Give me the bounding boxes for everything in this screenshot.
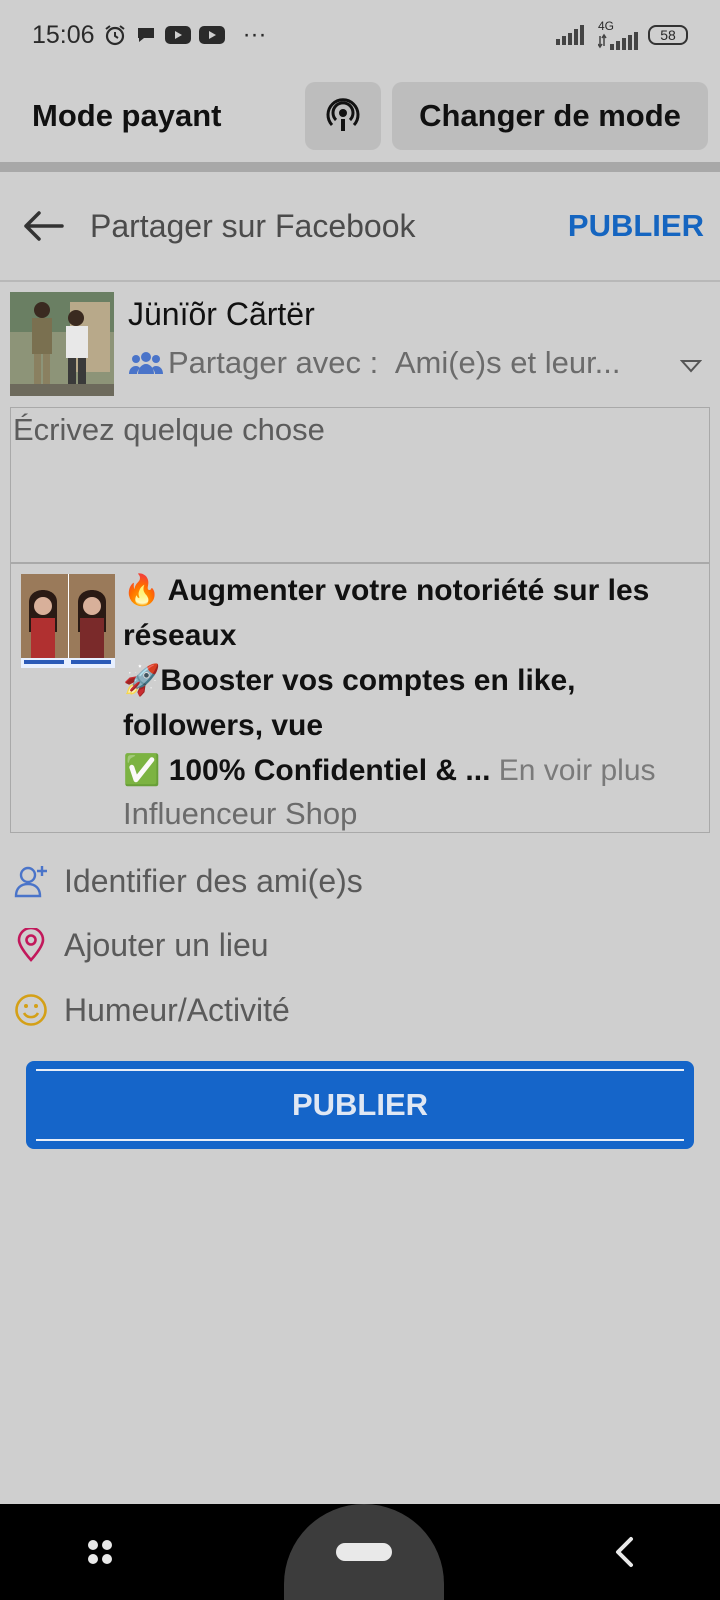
- status-time: 15:06: [32, 20, 95, 49]
- chat-bubble-icon: [135, 24, 157, 46]
- share-title: Partager sur Facebook: [90, 207, 416, 244]
- link-thumbnail: [21, 574, 115, 668]
- smiley-icon: [14, 993, 48, 1027]
- more-notifications-icon: ···: [242, 21, 267, 48]
- status-bar: 15:06 ··· 4G 58: [0, 0, 720, 70]
- ad-text-truncated: ✅ 100% Confidentiel & ...: [123, 754, 491, 787]
- menu-dots-icon[interactable]: [85, 1537, 115, 1567]
- ad-text-line: 🚀Booster vos comptes en like,: [123, 664, 576, 697]
- add-person-icon: [14, 864, 48, 898]
- tag-friends-action[interactable]: Identifier des ami(e)s: [14, 856, 363, 906]
- add-place-action[interactable]: Ajouter un lieu: [14, 920, 269, 970]
- ad-text-line: followers, vue: [123, 709, 324, 742]
- battery-level: 58: [660, 27, 676, 43]
- network-type: 4G: [598, 19, 615, 33]
- alarm-icon: [103, 23, 127, 47]
- chevron-down-icon: [679, 345, 703, 381]
- mode-bar: Mode payant Changer de mode: [0, 70, 720, 162]
- youtube-icon: [164, 25, 191, 45]
- avatar[interactable]: [10, 292, 114, 396]
- mode-title: Mode payant: [32, 98, 222, 133]
- link-source: Influenceur Shop: [123, 796, 358, 831]
- mood-action[interactable]: Humeur/Activité: [14, 985, 290, 1035]
- home-button[interactable]: [283, 1504, 444, 1600]
- back-icon[interactable]: [613, 1536, 635, 1568]
- ad-text-line: 🔥 Augmenter votre notoriété sur les: [123, 574, 650, 607]
- back-arrow-icon[interactable]: [22, 204, 66, 248]
- audience-prefix: Partager avec :: [168, 345, 379, 380]
- publish-top-button[interactable]: PUBLIER: [568, 208, 704, 244]
- see-more-link[interactable]: En voir plus: [499, 754, 656, 787]
- author-row: Jünïõr Cãrtër Partager avec : Ami(e)s et…: [10, 292, 710, 396]
- podcast-icon: [326, 98, 360, 131]
- shared-link-card[interactable]: 🔥 Augmenter votre notoriété sur les rése…: [10, 563, 710, 833]
- add-place-label: Ajouter un lieu: [64, 926, 269, 963]
- battery-icon: 58: [648, 25, 688, 45]
- audience-selector[interactable]: Partager avec : Ami(e)s et leur...: [128, 345, 710, 381]
- change-mode-button[interactable]: Changer de mode: [392, 82, 708, 150]
- location-pin-icon: [14, 928, 48, 962]
- mood-label: Humeur/Activité: [64, 991, 290, 1028]
- ad-text-line: réseaux: [123, 619, 237, 652]
- youtube-icon: [198, 25, 225, 45]
- compose-placeholder: Écrivez quelque chose: [13, 412, 325, 447]
- navigation-bar: [0, 1504, 720, 1600]
- publish-button[interactable]: PUBLIER: [26, 1061, 694, 1149]
- home-pill-icon: [335, 1543, 392, 1561]
- audience-value: Ami(e)s et leur...: [394, 345, 621, 380]
- friends-icon: [128, 350, 164, 376]
- hotspot-button[interactable]: [305, 82, 381, 150]
- tag-friends-label: Identifier des ami(e)s: [64, 862, 363, 899]
- signal-4g-icon: 4G: [598, 20, 638, 50]
- signal-icon: [556, 24, 588, 46]
- ad-text-line: ✅ 100% Confidentiel & ... En voir plus: [123, 748, 709, 793]
- compose-input[interactable]: Écrivez quelque chose: [10, 407, 710, 563]
- share-header: Partager sur Facebook PUBLIER: [0, 172, 720, 282]
- divider: [0, 162, 720, 172]
- author-name: Jünïõr Cãrtër: [128, 296, 315, 332]
